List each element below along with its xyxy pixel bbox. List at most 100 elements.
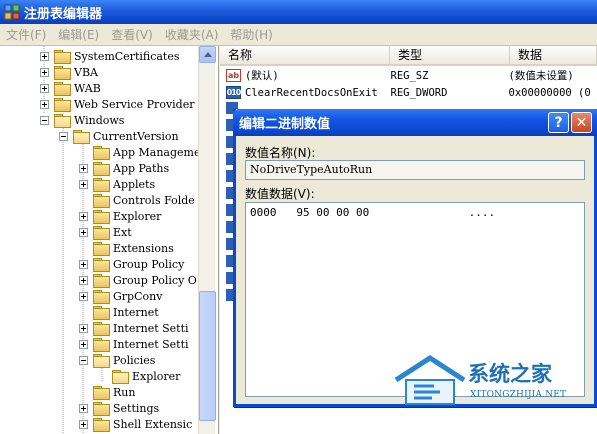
folder-icon [93,225,110,240]
tree-item[interactable]: Extensions [79,240,174,256]
tree-item[interactable]: Group Policy [79,256,184,272]
tree-item[interactable]: Controls Folde [79,192,195,208]
tree-item[interactable]: GrpConv [79,288,162,304]
tree-item[interactable]: Internet Setti [79,320,189,336]
expand-icon[interactable] [79,211,88,221]
folder-icon [93,161,110,176]
registry-editor-icon [4,4,20,20]
tree-item[interactable]: Shell Extensic [79,416,192,432]
folder-icon [93,305,110,320]
tree-item[interactable]: Applets [79,176,155,192]
tree-item[interactable]: App Management [79,144,212,160]
menu-help[interactable]: 帮助(H) [224,26,278,43]
tree-item-label: Internet Setti [113,337,189,351]
tree-item-label: Ext [113,225,132,239]
tree-item[interactable]: App Paths [79,160,169,176]
column-data[interactable]: 数据 [510,46,597,64]
hex-bytes: 95 00 00 00 [296,206,370,219]
row-name: ClearRecentDocsOnExit [245,86,378,99]
expand-icon[interactable] [79,339,88,349]
expand-icon[interactable] [79,163,88,173]
tree-item[interactable]: Web Service Provider [40,96,194,112]
tree-item[interactable]: Run [79,384,135,400]
row-type: REG_DWORD [390,86,448,99]
expand-icon[interactable] [40,51,49,61]
collapse-icon[interactable] [79,355,88,365]
expand-icon[interactable] [40,67,49,77]
value-name-field[interactable]: NoDriveTypeAutoRun [245,160,585,180]
watermark-url: XITONGZHIJIA.NET [470,390,567,400]
tree-item[interactable]: SystemCertificates [40,48,180,64]
folder-icon [93,177,110,192]
collapse-icon[interactable] [59,131,68,141]
folder-icon [54,81,71,96]
tree-item[interactable]: Ext [79,224,132,240]
expand-icon[interactable] [79,403,88,413]
close-icon: ✕ [575,114,588,131]
expand-icon[interactable] [79,291,88,301]
tree-item[interactable]: WAB [40,80,101,96]
folder-icon [54,97,71,112]
folder-icon [93,145,110,160]
folder-icon [93,401,110,416]
menu-file[interactable]: 文件(F) [0,26,52,43]
tree-item[interactable]: Windows [40,112,124,128]
expand-icon[interactable] [79,275,88,285]
tree-item-label: WAB [74,81,101,95]
scroll-thumb[interactable] [199,291,216,421]
folder-open-icon [73,129,90,144]
row-type: REG_SZ [390,69,429,82]
column-type[interactable]: 类型 [390,46,510,64]
expand-icon[interactable] [40,83,49,93]
tree-scrollbar[interactable] [198,46,216,434]
column-name[interactable]: 名称 [220,46,390,64]
menu-view[interactable]: 查看(V) [105,26,159,43]
tree-item-label: App Paths [113,161,170,175]
folder-icon [54,65,71,80]
expand-icon[interactable] [79,259,88,269]
expand-icon[interactable] [79,179,88,189]
tree-item[interactable]: Policies [79,352,155,368]
folder-icon [93,321,110,336]
registry-tree: SystemCertificates VBA WAB Web Service Prov… [0,46,219,434]
binary-value-icon: 010 [226,86,241,99]
tree-item[interactable]: Internet Setti [79,336,189,352]
tree-item[interactable]: Settings [79,400,159,416]
expand-icon[interactable] [79,227,88,237]
tree-item[interactable]: VBA [40,64,98,80]
tree-item[interactable]: Explorer [98,368,180,384]
menu-favorites[interactable]: 收藏夹(A) [159,26,225,43]
tree-item-label: Group Policy [113,257,185,271]
tree-item[interactable]: Explorer [79,208,161,224]
collapse-icon[interactable] [40,115,49,125]
tree-item[interactable]: Group Policy O [79,272,197,288]
help-button[interactable]: ? [548,112,569,133]
list-row[interactable]: 010 ClearRecentDocsOnExit REG_DWORD 0x00… [220,84,597,101]
list-row[interactable]: ab (默认) REG_SZ (数值未设置) [220,67,597,84]
tree-item-label: Windows [74,113,125,127]
string-value-icon: ab [226,69,241,82]
close-button[interactable]: ✕ [571,112,592,133]
expand-icon[interactable] [40,99,49,109]
folder-icon [93,257,110,272]
tree-item-label: VBA [74,65,98,79]
hex-offset: 0000 [250,206,277,219]
help-icon: ? [554,114,563,131]
hex-row: 0000 95 00 00 00 .... [250,206,495,219]
expand-icon[interactable] [79,419,88,429]
scroll-up-button[interactable] [199,46,216,63]
tree-item-label: Explorer [132,369,181,383]
row-data: 0x00000000 (0 [508,86,591,99]
dialog-title-bar: 编辑二进制数值 ? ✕ [233,109,597,136]
tree-item[interactable]: CurrentVersion [59,128,179,144]
tree-item-label: Run [113,385,136,399]
tree-item-label: Explorer [113,209,162,223]
watermark: 系统之家 XITONGZHIJIA.NET [390,352,595,412]
value-name-label: 数值名称(N): [245,146,316,160]
tree-item-label: Policies [113,353,156,367]
menu-edit[interactable]: 编辑(E) [52,26,105,43]
tree-item-label: Extensions [113,241,174,255]
expand-icon[interactable] [79,323,88,333]
tree-item[interactable]: Internet [79,304,159,320]
row-data: (数值未设置) [508,70,574,82]
